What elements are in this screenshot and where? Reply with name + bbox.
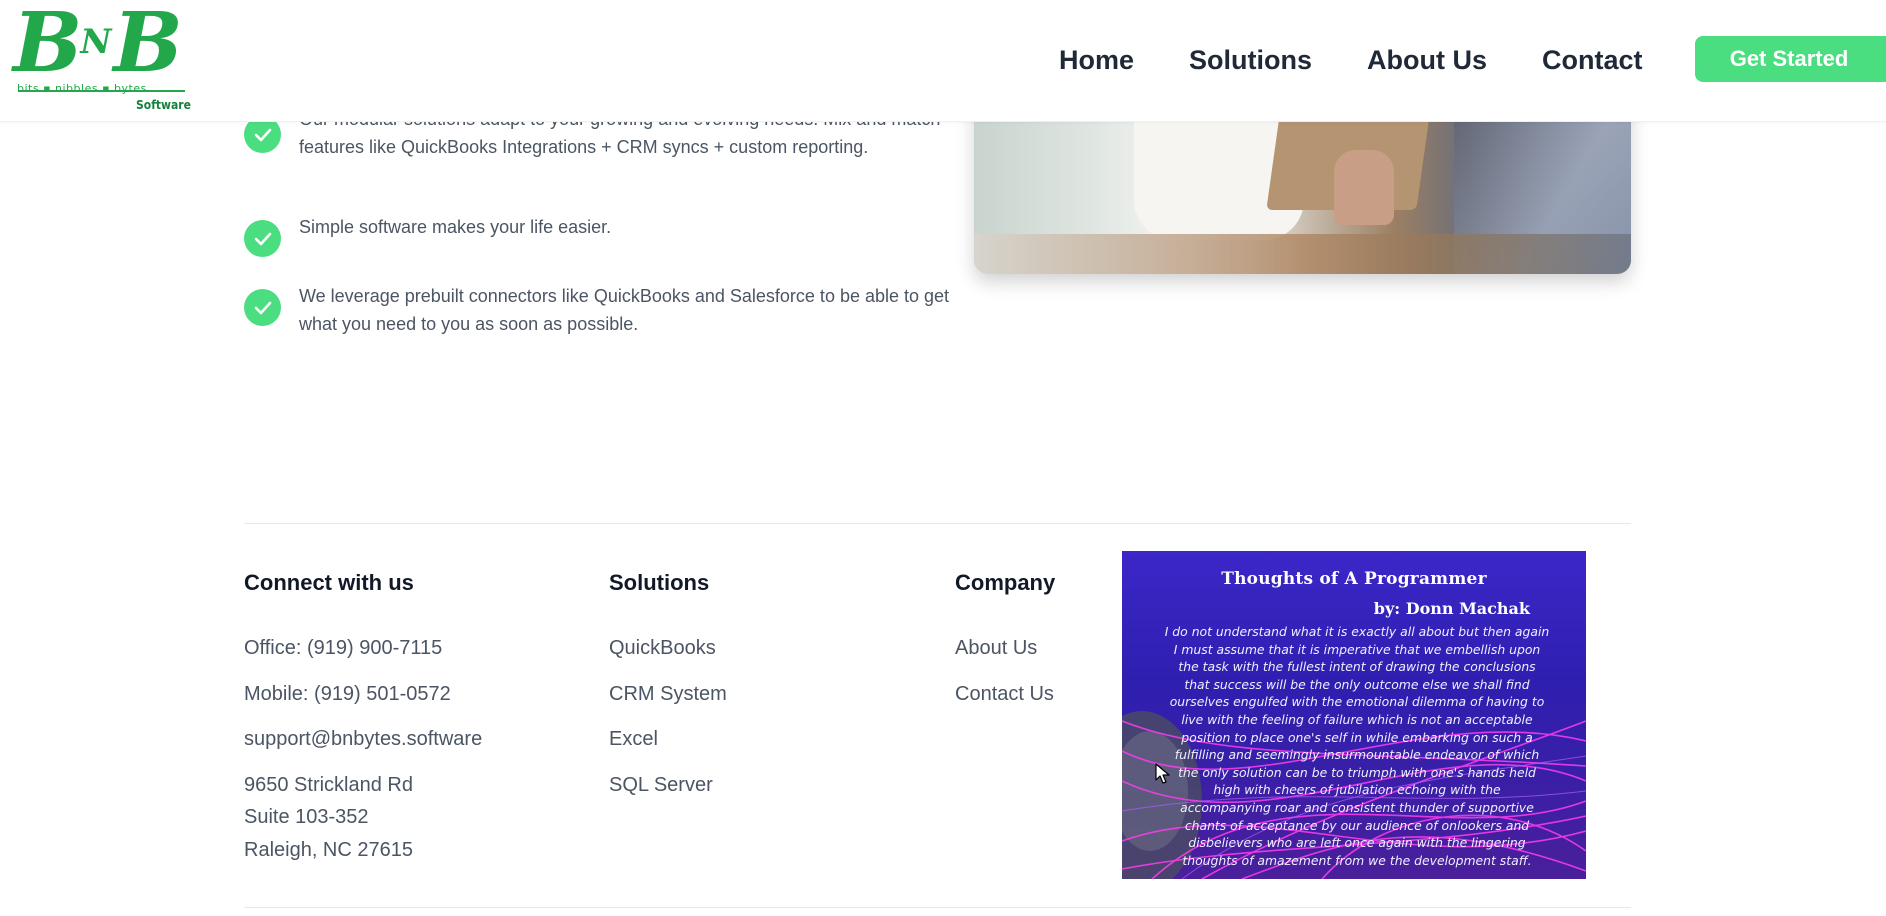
address-line-2: Suite 103-352 xyxy=(244,806,369,828)
poem-body: I do not understand what it is exactly a… xyxy=(1160,623,1554,869)
footer-company-title: Company xyxy=(955,570,1056,595)
address-line-3: Raleigh, NC 27615 xyxy=(244,838,413,861)
check-icon xyxy=(244,220,281,257)
poem-line: fulfilling and seemingly insurmountable … xyxy=(1174,747,1540,763)
poem-line: I do not understand what it is exactly a… xyxy=(1164,624,1550,639)
footer-company-column: Company About Us Contact Us xyxy=(955,570,1055,723)
poem-line: high with cheers of jubilation echoing w… xyxy=(1213,782,1501,798)
mobile-phone-link[interactable]: Mobile: (919) 501-0572 xyxy=(244,678,482,724)
photo-hand xyxy=(1334,150,1394,225)
nav-home[interactable]: Home xyxy=(1059,40,1134,80)
footer-link-about-us[interactable]: About Us xyxy=(955,632,1055,678)
poem-line: thoughts of amazement from we the develo… xyxy=(1182,852,1532,868)
site-header: BNB bits ▪ nibbles ▪ bytes Software Home… xyxy=(0,0,1886,122)
mouse-cursor-icon xyxy=(1155,763,1170,784)
footer-connect-title: Connect with us xyxy=(244,570,414,595)
office-phone-link[interactable]: Office: (919) 900-7115 xyxy=(244,632,482,678)
poem-line: accompanying roar and consistent thunder… xyxy=(1180,799,1534,815)
nav-contact[interactable]: Contact xyxy=(1542,40,1643,80)
footer-link-crm-system[interactable]: CRM System xyxy=(609,678,727,724)
address-line-1: 9650 Strickland Rd xyxy=(244,773,413,796)
get-started-button[interactable]: Get Started xyxy=(1695,36,1886,82)
poem-line: the task with the fullest intent of draw… xyxy=(1178,659,1536,675)
footer-divider-top xyxy=(244,523,1631,524)
footer-solutions-title: Solutions xyxy=(609,570,710,595)
footer-link-quickbooks[interactable]: QuickBooks xyxy=(609,632,727,678)
footer-link-sql-server[interactable]: SQL Server xyxy=(609,769,727,815)
poem-line: ourselves engulfed with the emotional di… xyxy=(1169,694,1545,710)
postal-address: 9650 Strickland Rd Suite 103-352 Raleigh… xyxy=(244,769,482,867)
poem-title: Thoughts of A Programmer xyxy=(1221,569,1487,589)
footer-link-contact-us[interactable]: Contact Us xyxy=(955,678,1055,724)
programmer-poem-card: Thoughts of A Programmer by: Donn Machak… xyxy=(1122,551,1586,879)
logo-tagline: bits ▪ nibbles ▪ bytes xyxy=(17,82,147,95)
logo-mark: BNB xyxy=(13,0,183,91)
poem-line: the only solution can be to triumph with… xyxy=(1178,764,1536,780)
nav-solutions[interactable]: Solutions xyxy=(1189,40,1312,80)
feature-text: We leverage prebuilt connectors like Qui… xyxy=(299,286,950,334)
support-email-link[interactable]: support@bnbytes.software xyxy=(244,723,482,769)
poem-line: I must assume that it is imperative that… xyxy=(1173,641,1541,657)
logo-subtitle: Software xyxy=(136,98,191,112)
photo-desk xyxy=(974,234,1631,274)
feature-text: Simple software makes your life easier. xyxy=(299,217,612,237)
poem-line: chants of acceptance by our audience of … xyxy=(1184,817,1530,833)
poem-author: by: Donn Machak xyxy=(1373,599,1530,618)
nav-about-us[interactable]: About Us xyxy=(1367,40,1487,80)
main-nav: Home Solutions About Us Contact xyxy=(1059,40,1698,80)
check-icon xyxy=(244,289,281,326)
bnb-logo[interactable]: BNB bits ▪ nibbles ▪ bytes Software xyxy=(13,2,193,114)
poem-line: position to place one's self in while em… xyxy=(1181,729,1533,745)
footer-divider-bottom xyxy=(244,907,1631,908)
footer-connect-column: Connect with us Office: (919) 900-7115 M… xyxy=(244,570,482,866)
footer-link-excel[interactable]: Excel xyxy=(609,723,727,769)
footer-solutions-column: Solutions QuickBooks CRM System Excel SQ… xyxy=(609,570,727,814)
poem-line: disbelievers who are left once again wit… xyxy=(1188,835,1526,851)
poem-line: that success will be the only outcome el… xyxy=(1184,676,1530,692)
poem-line: live with the feeling of failure which i… xyxy=(1181,711,1533,727)
